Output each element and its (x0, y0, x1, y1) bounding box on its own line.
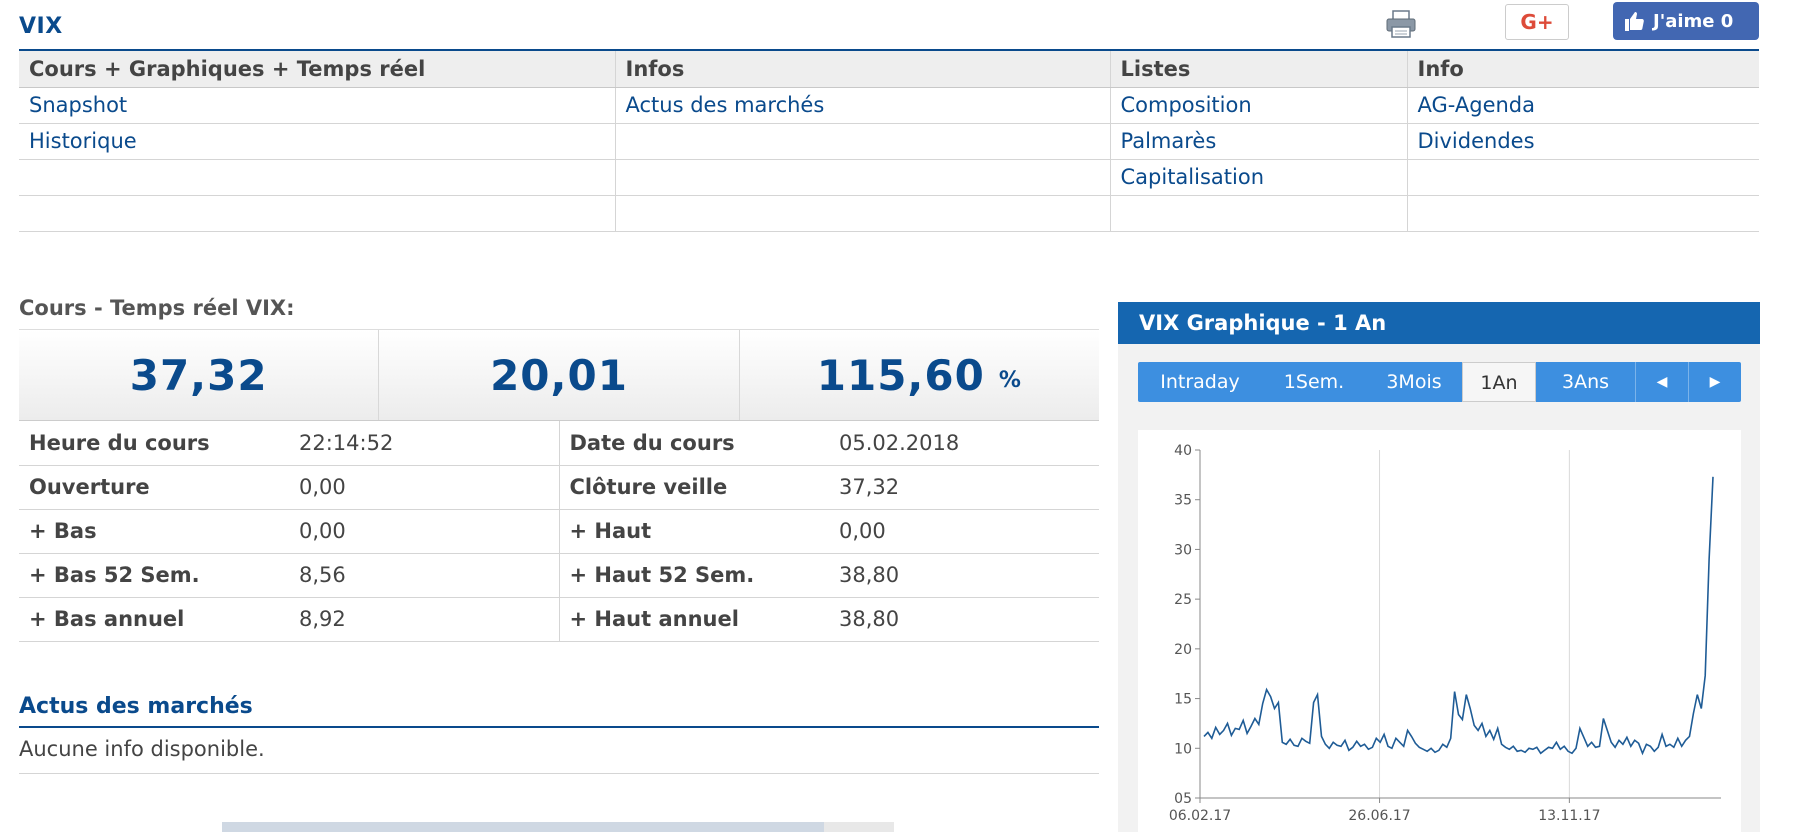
nav-link-palmares[interactable]: Palmarès (1121, 129, 1217, 153)
facebook-like-label: J'aime 0 (1653, 10, 1734, 32)
nav-link-ag-agenda[interactable]: AG-Agenda (1418, 93, 1536, 117)
nav-header: Info (1406, 51, 1759, 88)
last-price: 37,32 (129, 350, 268, 400)
percent-unit: % (998, 367, 1022, 393)
detail-label: + Bas 52 Sem. (19, 553, 289, 598)
detail-value: 38,80 (829, 553, 1099, 598)
tab-3ans[interactable]: 3Ans (1536, 362, 1635, 402)
vix-series-line (1203, 476, 1714, 756)
chart-period-tabs: Intraday 1Sem. 3Mois 1An 3Ans ◀ ▶ (1138, 362, 1741, 402)
tab-intraday[interactable]: Intraday (1138, 362, 1262, 402)
quote-details-table: Heure du cours 22:14:52 Date du cours 05… (19, 421, 1099, 642)
nav-header: Listes (1109, 51, 1407, 88)
x-tick-label: 06.02.17 (1169, 808, 1231, 824)
nav-cell-empty (1406, 195, 1759, 232)
detail-value: 8,56 (289, 553, 559, 598)
print-icon[interactable] (1385, 9, 1417, 39)
tab-1sem[interactable]: 1Sem. (1262, 362, 1366, 402)
quote-section-title: Cours - Temps réel VIX: (19, 296, 295, 320)
vix-line-chart: 06.02.17 26.06.17 13.11.17 05 10 15 20 25 30 35 40 (1169, 443, 1721, 824)
tab-1an[interactable]: 1An (1462, 362, 1536, 402)
y-tick-label: 35 (1174, 493, 1192, 509)
x-tick-label: 26.06.17 (1348, 808, 1410, 824)
quote-box: 37,32 20,01 115,60 % (19, 329, 1099, 421)
table-row: + Bas 52 Sem. 8,56 + Haut 52 Sem. 38,80 (19, 553, 1099, 598)
nav-link-dividendes[interactable]: Dividendes (1418, 129, 1535, 153)
ad-controls[interactable] (824, 822, 894, 832)
table-row: + Bas annuel 8,92 + Haut annuel 38,80 (19, 597, 1099, 642)
nav-cell-empty (1109, 195, 1407, 232)
detail-value: 37,32 (829, 465, 1099, 510)
nav-cell-empty (1406, 159, 1759, 196)
chart-panel: VIX Graphique - 1 An Intraday 1Sem. 3Moi… (1118, 302, 1760, 832)
detail-value: 0,00 (289, 509, 559, 554)
detail-label: Ouverture (19, 465, 289, 510)
google-plus-button[interactable]: G+ (1505, 4, 1569, 40)
detail-label: + Haut annuel (558, 597, 829, 642)
detail-label: + Haut (558, 509, 829, 554)
price-change: 20,01 (378, 330, 738, 420)
percent-change-value: 115,60 (816, 350, 985, 400)
nav-cell-empty (19, 159, 615, 196)
chart-prev-button[interactable]: ◀ (1635, 362, 1688, 402)
y-tick-label: 15 (1174, 692, 1192, 708)
nav-header: Infos (614, 51, 1110, 88)
detail-value: 05.02.2018 (829, 421, 1099, 466)
y-tick-label: 30 (1174, 542, 1192, 558)
detail-value: 0,00 (829, 509, 1099, 554)
table-row: + Bas 0,00 + Haut 0,00 (19, 509, 1099, 554)
section-nav-table: Cours + Graphiques + Temps réel Infos Li… (19, 51, 1759, 232)
detail-label: + Bas (19, 509, 289, 554)
x-tick-label: 13.11.17 (1538, 808, 1600, 824)
chart-next-button[interactable]: ▶ (1688, 362, 1741, 402)
table-row: Ouverture 0,00 Clôture veille 37,32 (19, 465, 1099, 510)
news-divider (19, 773, 1099, 774)
detail-label: Heure du cours (19, 421, 289, 466)
nav-link-historique[interactable]: Historique (29, 129, 137, 153)
facebook-like-button[interactable]: J'aime 0 (1613, 2, 1759, 40)
y-tick-label: 25 (1174, 592, 1192, 608)
detail-label: + Bas annuel (19, 597, 289, 642)
nav-header: Cours + Graphiques + Temps réel (19, 51, 615, 88)
y-tick-label: 40 (1174, 443, 1192, 459)
chart-area: 06.02.17 26.06.17 13.11.17 05 10 15 20 25 30 35 40 (1138, 430, 1741, 832)
detail-label: Date du cours (558, 421, 829, 466)
nav-cell-empty (614, 159, 1110, 196)
nav-link-composition[interactable]: Composition (1121, 93, 1252, 117)
nav-link-actus[interactable]: Actus des marchés (626, 93, 825, 117)
nav-link-snapshot[interactable]: Snapshot (29, 93, 127, 117)
news-empty-message: Aucune info disponible. (19, 737, 265, 761)
detail-value: 0,00 (289, 465, 559, 510)
tab-3mois[interactable]: 3Mois (1366, 362, 1462, 402)
thumbs-up-icon (1623, 10, 1645, 32)
y-tick-label: 05 (1174, 791, 1192, 807)
nav-link-capitalisation[interactable]: Capitalisation (1121, 165, 1265, 189)
detail-value: 38,80 (829, 597, 1099, 642)
chart-header: VIX Graphique - 1 An (1118, 302, 1760, 344)
y-tick-label: 10 (1174, 741, 1192, 757)
detail-label: + Haut 52 Sem. (558, 553, 829, 598)
detail-label: Clôture veille (558, 465, 829, 510)
news-section-title: Actus des marchés (19, 694, 253, 719)
page-title: VIX (19, 14, 63, 39)
table-row: Heure du cours 22:14:52 Date du cours 05… (19, 421, 1099, 466)
ad-banner[interactable] (222, 822, 894, 832)
y-tick-label: 20 (1174, 642, 1192, 658)
detail-value: 8,92 (289, 597, 559, 642)
nav-cell-empty (19, 195, 615, 232)
percent-change: 115,60 % (738, 330, 1099, 420)
nav-cell-empty (614, 123, 1110, 160)
nav-cell-empty (614, 195, 1110, 232)
news-rule (19, 726, 1099, 728)
detail-value: 22:14:52 (289, 421, 559, 466)
